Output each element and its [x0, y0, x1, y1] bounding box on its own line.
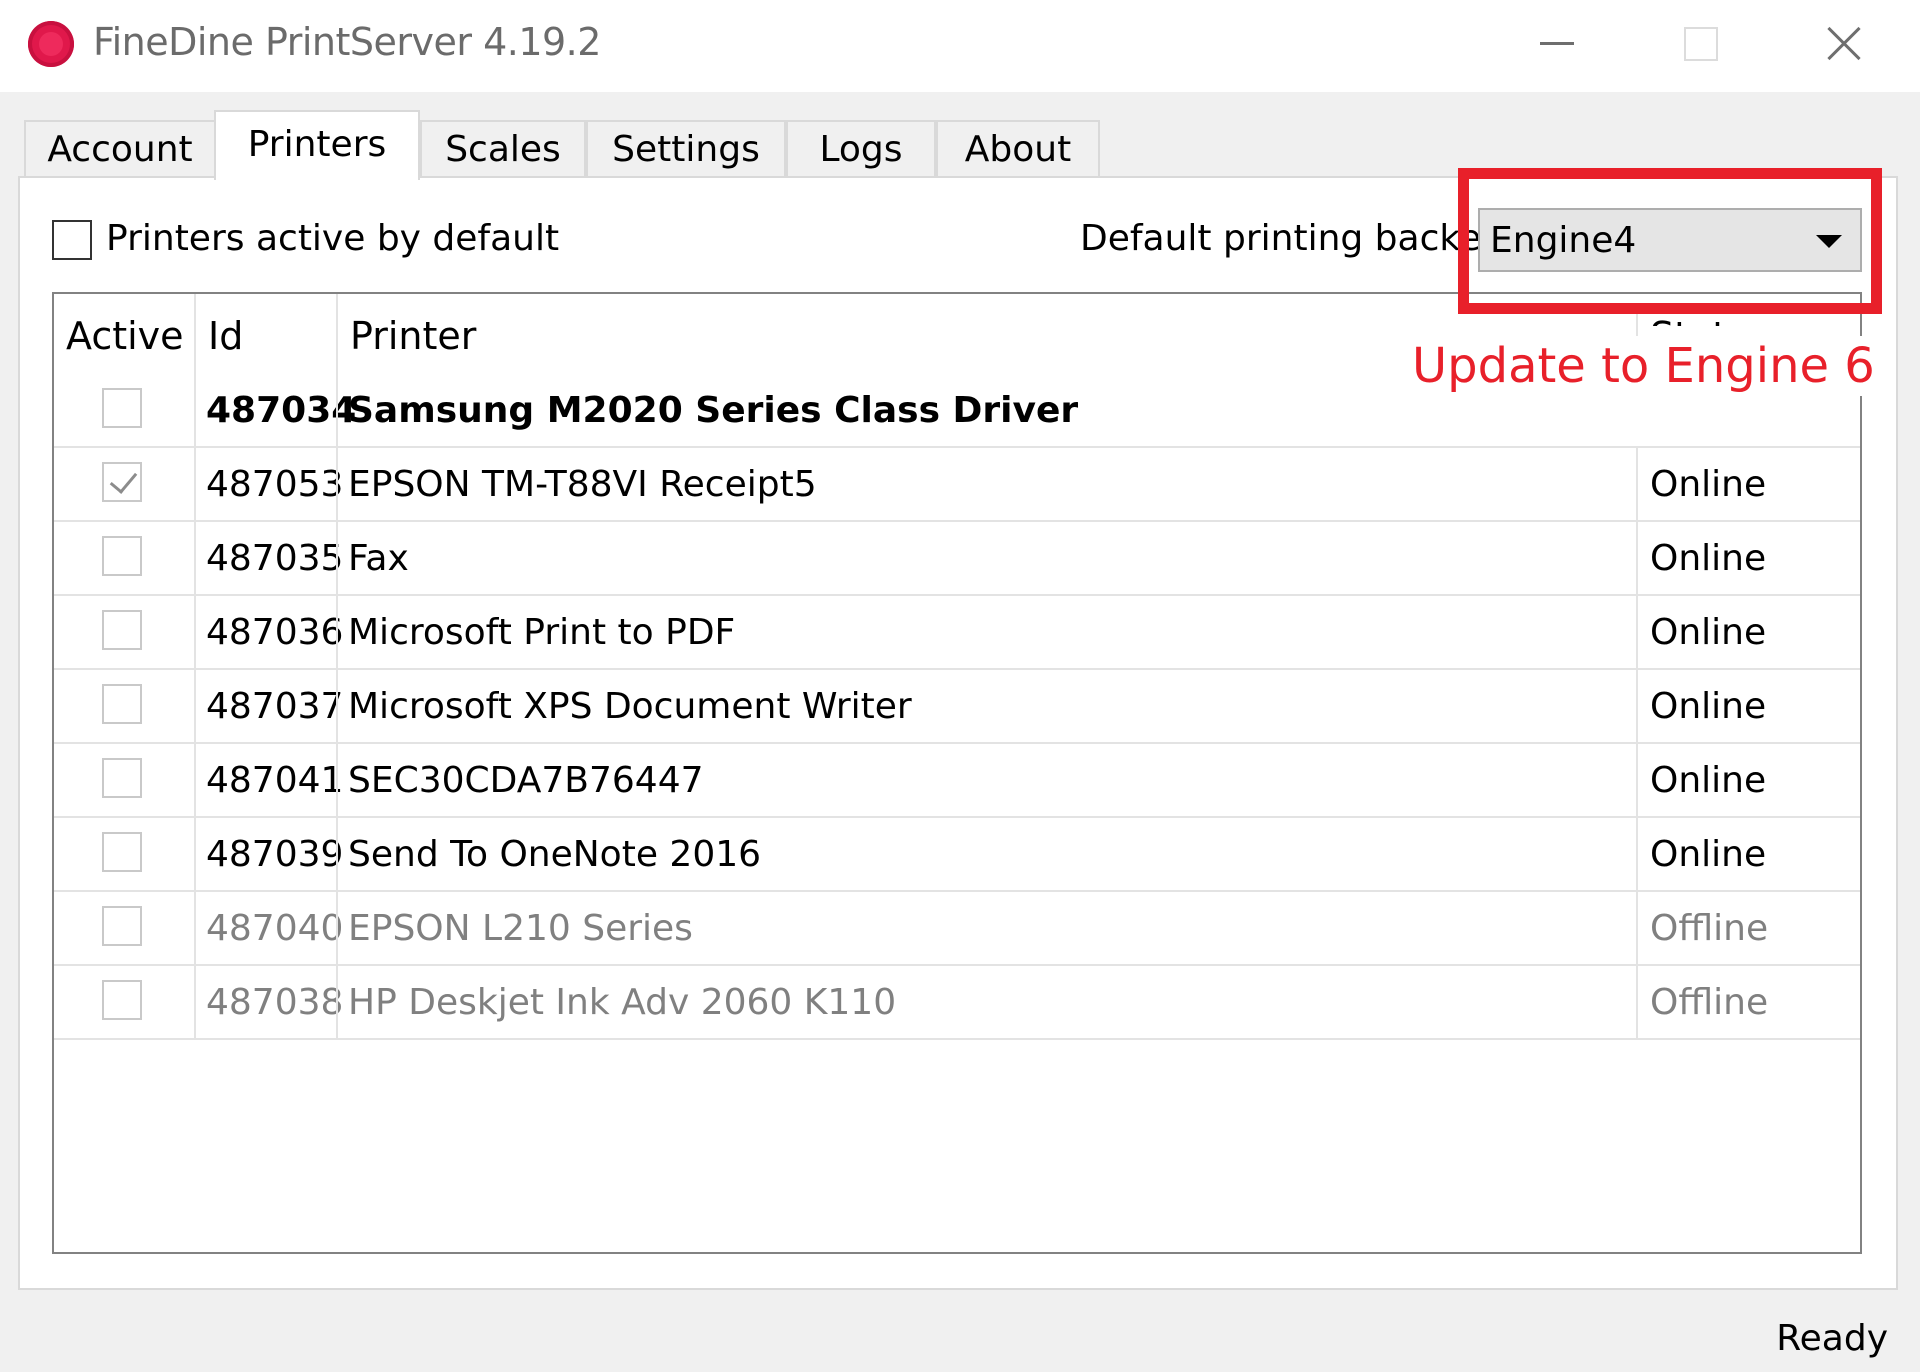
window-title: FineDine PrintServer 4.19.2	[93, 20, 601, 64]
printers-active-by-default-label: Printers active by default	[106, 218, 560, 259]
row-printer-name: Microsoft XPS Document Writer	[336, 670, 1636, 742]
table-row[interactable]: 487036 Microsoft Print to PDF Online	[54, 596, 1860, 670]
row-status: Online	[1636, 596, 1860, 668]
row-status: Online	[1636, 744, 1860, 816]
row-printer-name: EPSON L210 Series	[336, 892, 1636, 964]
table-row[interactable]: 487035 Fax Online	[54, 522, 1860, 596]
row-status: Online	[1636, 818, 1860, 890]
table-row[interactable]: 487039 Send To OneNote 2016 Online	[54, 818, 1860, 892]
row-id: 487039	[194, 818, 343, 890]
finedine-logo-icon	[28, 21, 74, 67]
row-active-checkbox[interactable]	[102, 388, 142, 428]
tab-settings[interactable]: Settings	[586, 120, 786, 176]
tab-about[interactable]: About	[936, 120, 1100, 176]
close-icon[interactable]	[1810, 14, 1880, 74]
row-id: 487034	[194, 374, 356, 446]
row-printer-name: Fax	[336, 522, 1636, 594]
row-active-checkbox[interactable]	[102, 906, 142, 946]
tab-printers[interactable]: Printers	[214, 110, 420, 180]
table-row[interactable]: 487038 HP Deskjet Ink Adv 2060 K110 Offl…	[54, 966, 1860, 1040]
row-active-checkbox[interactable]	[102, 610, 142, 650]
annotation-highlight-box	[1458, 168, 1882, 314]
printers-active-by-default-checkbox[interactable]	[52, 220, 92, 260]
row-status: Online	[1636, 448, 1860, 520]
row-printer-name: Send To OneNote 2016	[336, 818, 1636, 890]
maximize-icon[interactable]	[1663, 14, 1733, 74]
row-printer-name: EPSON TM-T88VI Receipt5	[336, 448, 1636, 520]
table-row[interactable]: 487053 EPSON TM-T88VI Receipt5 Online	[54, 448, 1860, 522]
table-row[interactable]: 487037 Microsoft XPS Document Writer Onl…	[54, 670, 1860, 744]
row-id: 487053	[194, 448, 343, 520]
row-id: 487035	[194, 522, 343, 594]
row-id: 487037	[194, 670, 343, 742]
column-header-id[interactable]: Id	[194, 294, 334, 374]
title-bar: FineDine PrintServer 4.19.2	[0, 0, 1920, 92]
row-status: Online	[1636, 670, 1860, 742]
tab-account[interactable]: Account	[24, 120, 216, 176]
table-row[interactable]: 487041 SEC30CDA7B76447 Online	[54, 744, 1860, 818]
annotation-text: Update to Engine 6	[1404, 336, 1883, 396]
status-bar-text: Ready	[1776, 1318, 1888, 1359]
row-status: Online	[1636, 522, 1860, 594]
row-id: 487038	[194, 966, 343, 1038]
column-header-active[interactable]: Active	[54, 294, 192, 374]
row-status: Offline	[1636, 892, 1860, 964]
row-active-checkbox[interactable]	[102, 684, 142, 724]
printers-table: Active Id Printer Status 487034 Samsung …	[52, 292, 1862, 1254]
row-active-checkbox[interactable]	[102, 758, 142, 798]
row-printer-name: SEC30CDA7B76447	[336, 744, 1636, 816]
row-id: 487036	[194, 596, 343, 668]
row-active-checkbox[interactable]	[102, 832, 142, 872]
row-printer-name: HP Deskjet Ink Adv 2060 K110	[336, 966, 1636, 1038]
row-id: 487040	[194, 892, 343, 964]
row-active-checkbox[interactable]	[102, 462, 142, 502]
row-active-checkbox[interactable]	[102, 980, 142, 1020]
row-printer-name: Microsoft Print to PDF	[336, 596, 1636, 668]
tab-logs[interactable]: Logs	[786, 120, 936, 176]
tab-scales[interactable]: Scales	[420, 120, 586, 176]
row-status: Offline	[1636, 966, 1860, 1038]
row-id: 487041	[194, 744, 343, 816]
row-active-checkbox[interactable]	[102, 536, 142, 576]
minimize-icon[interactable]	[1520, 14, 1590, 74]
table-row[interactable]: 487040 EPSON L210 Series Offline	[54, 892, 1860, 966]
